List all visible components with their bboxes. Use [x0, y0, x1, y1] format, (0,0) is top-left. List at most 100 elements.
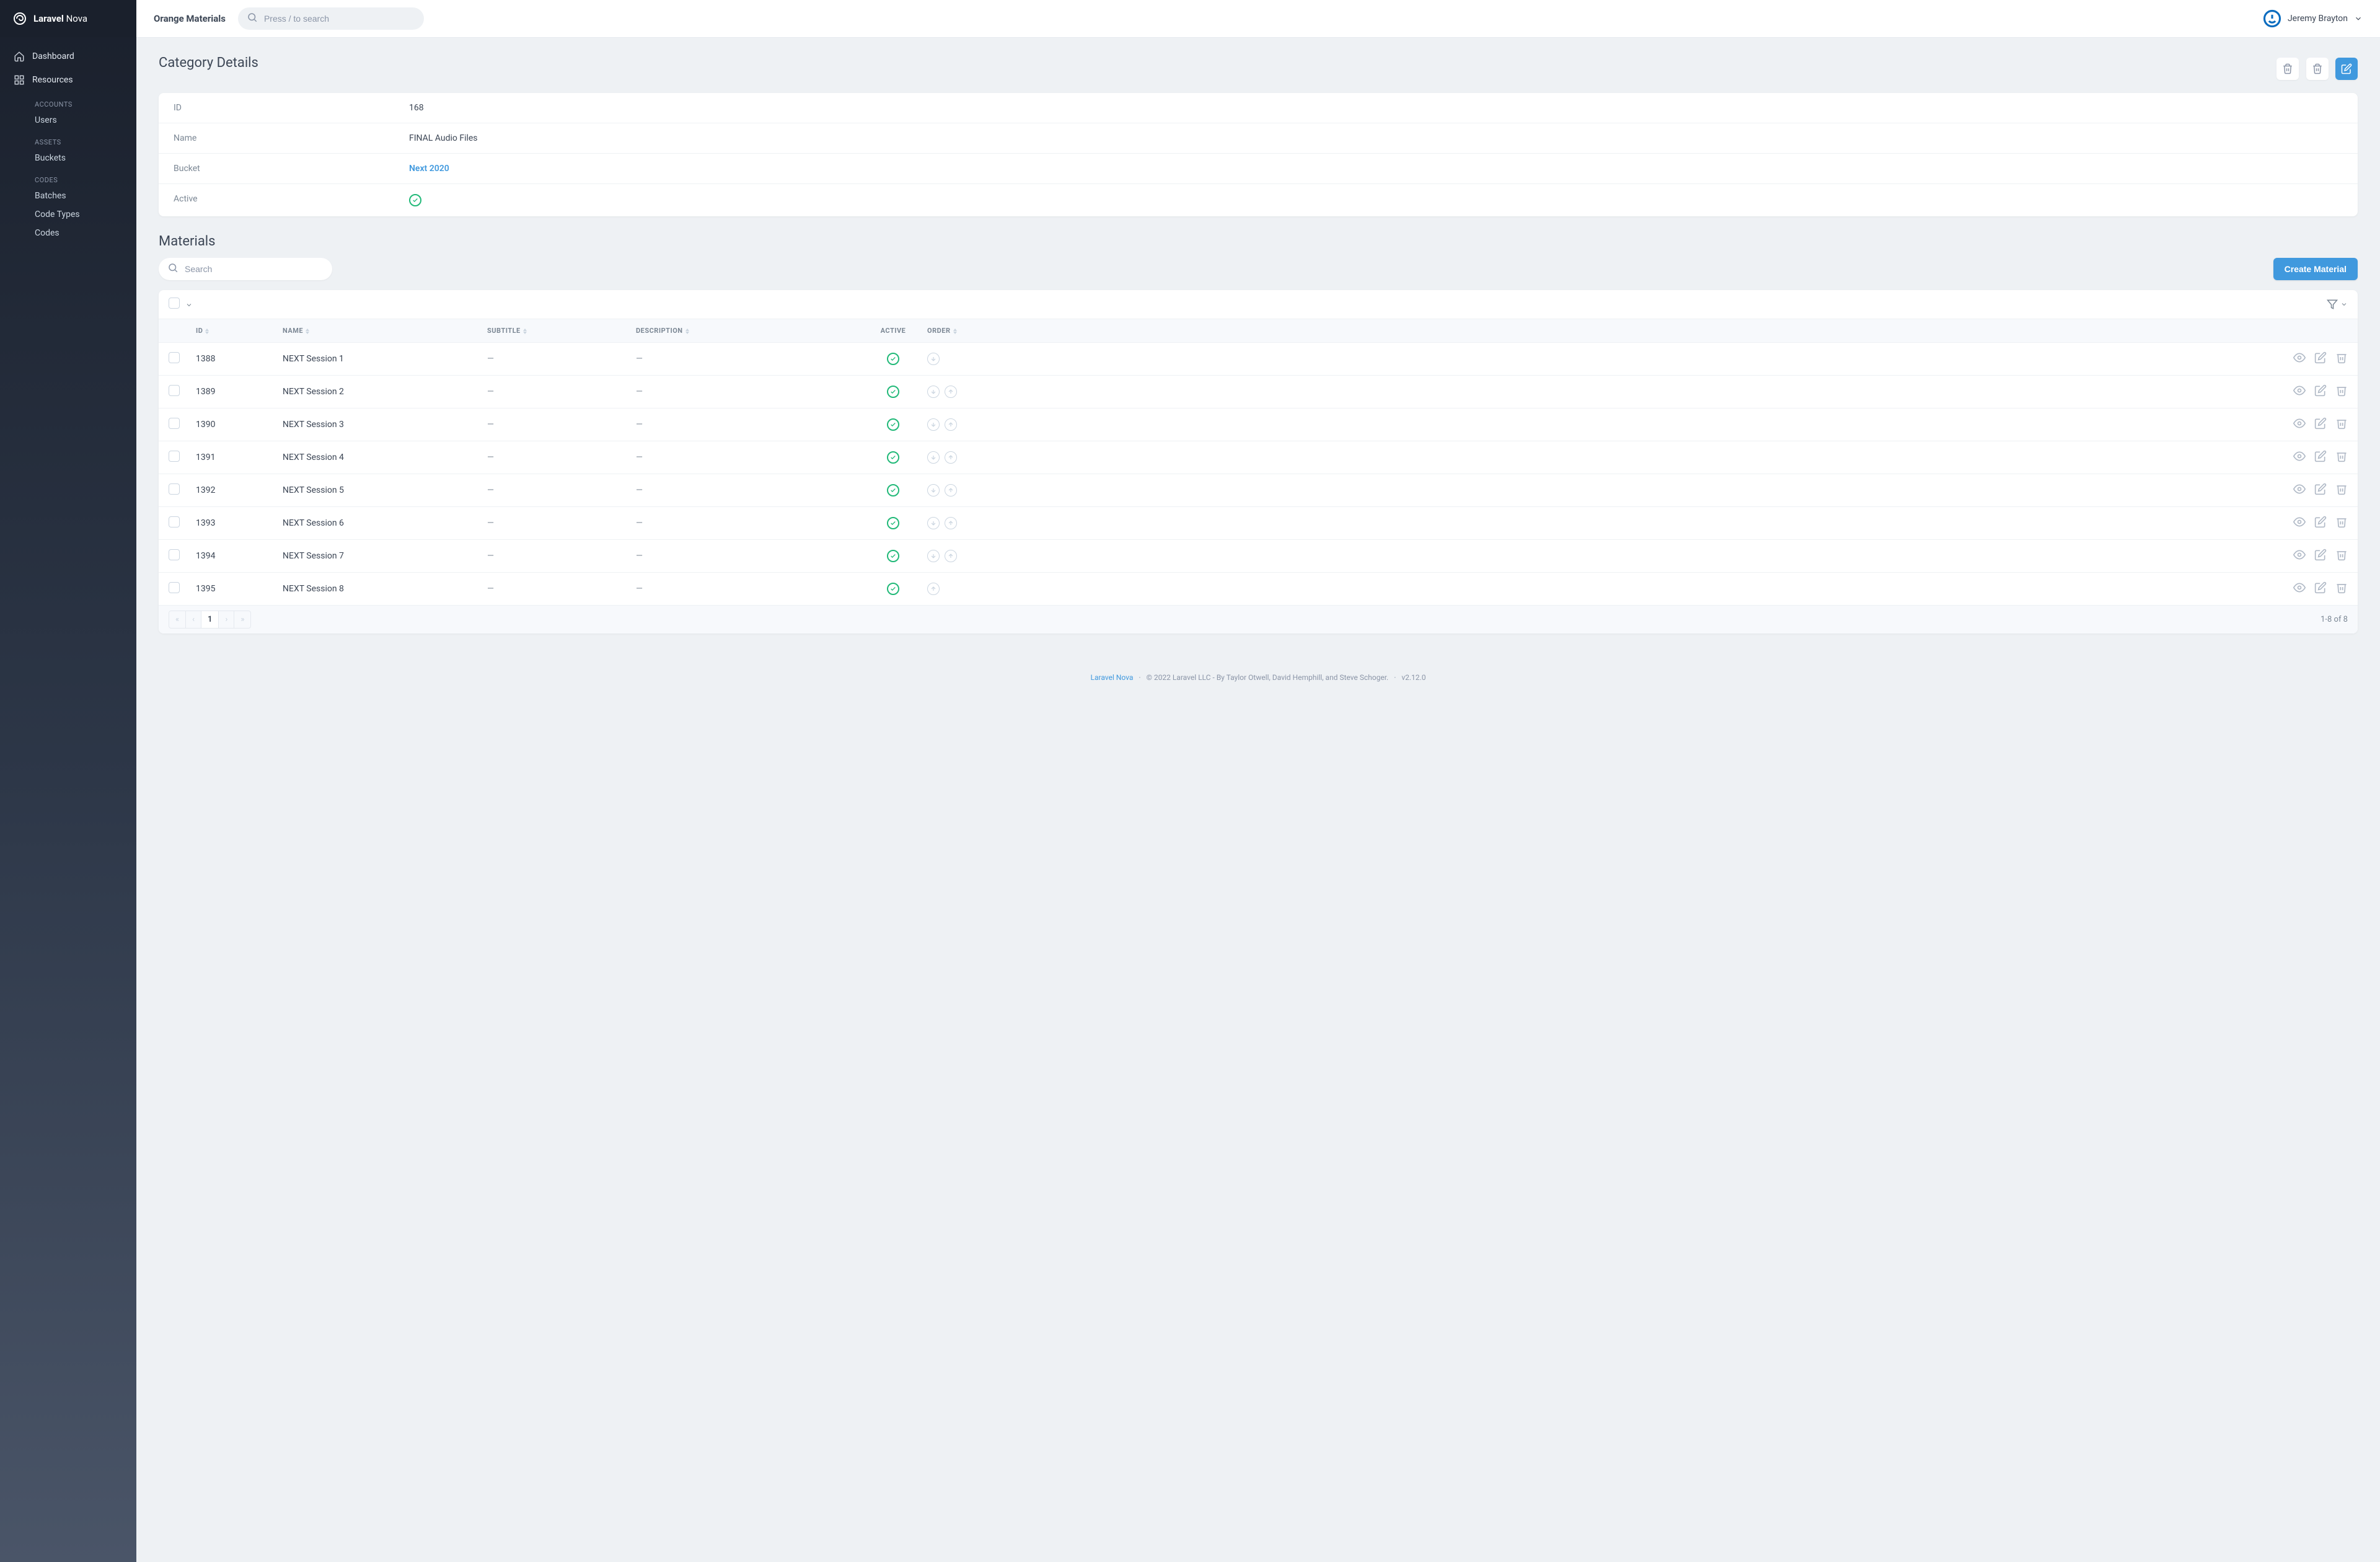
delete-button[interactable] [2335, 516, 2348, 531]
sort-icon [523, 329, 527, 334]
create-material-button[interactable]: Create Material [2273, 258, 2358, 280]
cell-subtitle: — [487, 551, 636, 561]
sidebar-group-label: ASSETS [0, 130, 136, 149]
view-button[interactable] [2293, 549, 2306, 563]
edit-button[interactable] [2314, 384, 2327, 399]
filter-button[interactable] [2327, 299, 2348, 310]
cell-order [927, 451, 1002, 464]
search-input[interactable] [238, 7, 424, 30]
order-up-button[interactable] [945, 451, 957, 464]
delete-button[interactable] [2335, 351, 2348, 366]
brand-text: Laravel Nova [33, 13, 87, 24]
col-order[interactable]: ORDER [927, 327, 1002, 335]
cell-active [859, 517, 927, 529]
user-menu[interactable]: Jeremy Brayton [2263, 9, 2363, 28]
materials-search-input[interactable] [159, 258, 332, 280]
view-button[interactable] [2293, 351, 2306, 366]
sidebar-item-users[interactable]: Users [0, 111, 136, 130]
delete-button[interactable] [2335, 450, 2348, 465]
edit-button[interactable] [2314, 450, 2327, 465]
nova-logo-icon [12, 11, 27, 26]
cell-description: — [636, 420, 859, 430]
sidebar-item-batches[interactable]: Batches [0, 187, 136, 205]
cell-order [927, 517, 1002, 529]
delete-button[interactable] [2335, 417, 2348, 432]
footer-link[interactable]: Laravel Nova [1091, 673, 1134, 682]
delete-alt-button[interactable] [2306, 58, 2329, 80]
detail-label: Active [174, 194, 409, 206]
sidebar-item-buckets[interactable]: Buckets [0, 149, 136, 167]
sidebar-brand[interactable]: Laravel Nova [0, 0, 136, 37]
sort-icon [205, 329, 209, 334]
view-button[interactable] [2293, 450, 2306, 465]
row-checkbox[interactable] [169, 483, 180, 495]
cell-active [859, 484, 927, 496]
cell-name: NEXT Session 2 [283, 387, 487, 397]
cell-order [927, 353, 1002, 365]
edit-button[interactable] [2314, 581, 2327, 596]
order-up-button[interactable] [945, 550, 957, 562]
delete-button[interactable] [2335, 581, 2348, 596]
order-up-button[interactable] [945, 484, 957, 496]
order-up-button[interactable] [945, 517, 957, 529]
row-checkbox[interactable] [169, 516, 180, 527]
row-checkbox[interactable] [169, 385, 180, 396]
delete-button[interactable] [2335, 384, 2348, 399]
row-checkbox[interactable] [169, 451, 180, 462]
cell-id: 1393 [196, 518, 283, 528]
sidebar-item-resources[interactable]: Resources [0, 68, 136, 92]
edit-button[interactable] [2314, 417, 2327, 432]
order-down-button[interactable] [927, 353, 940, 365]
order-down-button[interactable] [927, 484, 940, 496]
check-circle-icon [887, 517, 899, 529]
col-name[interactable]: NAME [283, 327, 487, 335]
view-button[interactable] [2293, 384, 2306, 399]
select-all-checkbox[interactable] [169, 298, 180, 309]
delete-button[interactable] [2335, 549, 2348, 563]
col-subtitle[interactable]: SUBTITLE [487, 327, 636, 335]
cell-subtitle: — [487, 485, 636, 495]
order-down-button[interactable] [927, 451, 940, 464]
edit-button[interactable] [2335, 58, 2358, 80]
view-button[interactable] [2293, 581, 2306, 596]
order-down-button[interactable] [927, 418, 940, 431]
table-row: 1390NEXT Session 3—— [159, 408, 2358, 441]
order-down-button[interactable] [927, 550, 940, 562]
order-down-button[interactable] [927, 386, 940, 398]
row-checkbox[interactable] [169, 352, 180, 363]
page-current[interactable]: 1 [201, 611, 219, 629]
page-next[interactable]: › [218, 611, 234, 629]
cell-order [927, 550, 1002, 562]
order-up-button[interactable] [945, 418, 957, 431]
view-button[interactable] [2293, 483, 2306, 498]
select-dropdown[interactable] [185, 301, 193, 311]
col-description[interactable]: DESCRIPTION [636, 327, 859, 335]
sidebar-item-dashboard[interactable]: Dashboard [0, 45, 136, 68]
materials-toolbar: Create Material [159, 258, 2358, 280]
page-last[interactable]: » [234, 611, 251, 629]
page-prev[interactable]: ‹ [185, 611, 201, 629]
sidebar-item-codes[interactable]: Codes [0, 224, 136, 242]
edit-button[interactable] [2314, 351, 2327, 366]
row-checkbox[interactable] [169, 418, 180, 429]
page-first[interactable]: « [169, 611, 186, 629]
edit-button[interactable] [2314, 483, 2327, 498]
order-down-button[interactable] [927, 517, 940, 529]
bucket-link[interactable]: Next 2020 [409, 164, 449, 174]
delete-button[interactable] [2276, 58, 2299, 80]
order-up-button[interactable] [945, 386, 957, 398]
sidebar-item-code-types[interactable]: Code Types [0, 205, 136, 224]
row-checkbox[interactable] [169, 549, 180, 560]
cell-name: NEXT Session 8 [283, 584, 487, 594]
edit-button[interactable] [2314, 516, 2327, 531]
view-button[interactable] [2293, 417, 2306, 432]
row-checkbox[interactable] [169, 582, 180, 593]
view-button[interactable] [2293, 516, 2306, 531]
col-id[interactable]: ID [196, 327, 283, 335]
sidebar-group-label: CODES [0, 167, 136, 187]
detail-label: ID [174, 103, 409, 113]
delete-button[interactable] [2335, 483, 2348, 498]
order-up-button[interactable] [927, 583, 940, 595]
cell-active [859, 451, 927, 464]
edit-button[interactable] [2314, 549, 2327, 563]
